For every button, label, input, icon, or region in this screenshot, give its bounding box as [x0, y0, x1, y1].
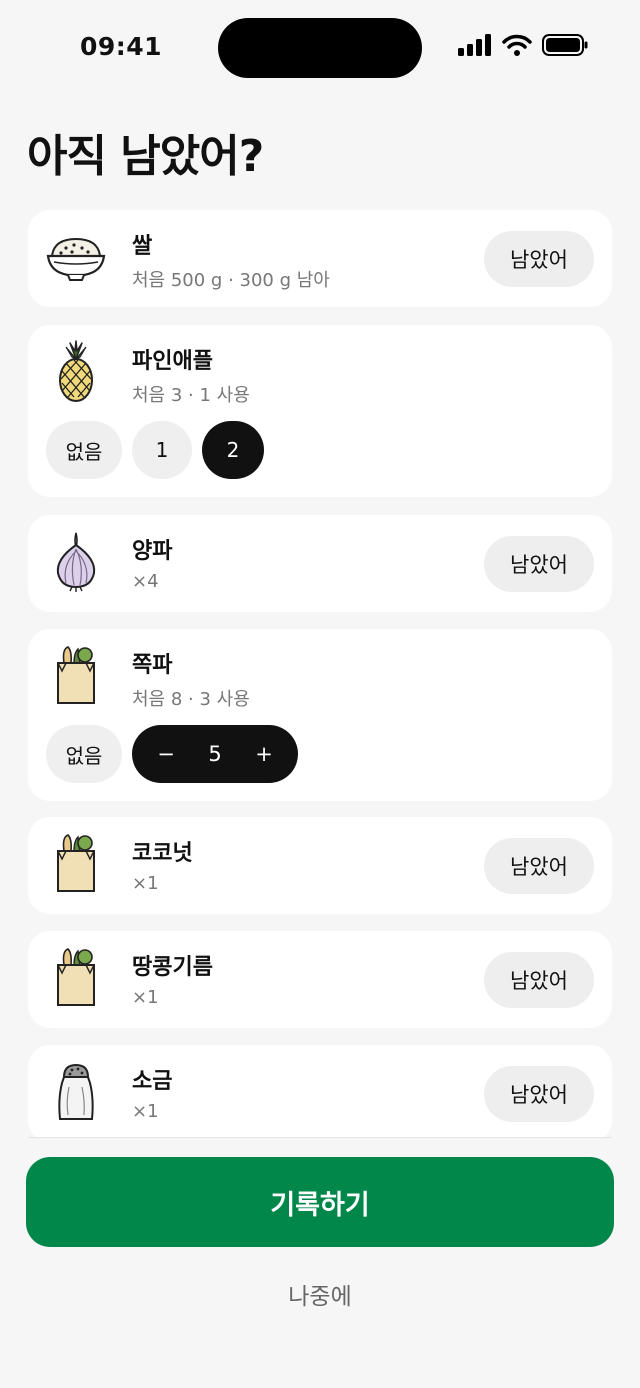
list-item: 파인애플 처음 3 · 1 사용 없음 1 2: [28, 325, 612, 497]
list-item: 쌀 처음 500 g · 300 g 남아 남았어: [28, 210, 612, 307]
list-item: 쪽파 처음 8 · 3 사용 없음 − 5 +: [28, 629, 612, 801]
item-name: 쌀: [132, 234, 153, 259]
item-detail: ×1: [132, 873, 159, 894]
grocery-bag-icon: [57, 834, 95, 892]
onion-icon: [56, 532, 96, 592]
item-name: 소금: [132, 1069, 173, 1094]
pineapple-icon: [59, 340, 93, 402]
remaining-button[interactable]: 남았어: [484, 231, 594, 287]
battery-icon: [542, 34, 588, 56]
decrement-button[interactable]: −: [154, 742, 178, 766]
option-none-button[interactable]: 없음: [46, 421, 122, 479]
quantity-stepper: − 5 +: [132, 725, 298, 783]
item-name: 쪽파: [132, 653, 173, 678]
divider: [28, 1137, 612, 1138]
grocery-bag-icon: [57, 948, 95, 1006]
remaining-button[interactable]: 남았어: [484, 952, 594, 1008]
item-name: 땅콩기름: [132, 955, 213, 980]
list-item: 양파 ×4 남았어: [28, 515, 612, 612]
later-button[interactable]: 나중에: [220, 1272, 420, 1316]
item-detail: 처음 8 · 3 사용: [132, 689, 250, 710]
list-item: 땅콩기름 ×1 남았어: [28, 931, 612, 1028]
item-name: 코코넛: [132, 841, 193, 866]
option-none-button[interactable]: 없음: [46, 725, 122, 783]
status-time: 09:41: [80, 32, 163, 61]
salt-shaker-icon: [58, 1063, 94, 1120]
status-bar: 09:41: [0, 0, 640, 100]
increment-button[interactable]: +: [252, 742, 276, 766]
option-1-button[interactable]: 1: [132, 421, 192, 479]
remaining-button[interactable]: 남았어: [484, 536, 594, 592]
status-icons: [458, 34, 588, 56]
item-name: 파인애플: [132, 349, 213, 374]
option-2-button-selected[interactable]: 2: [202, 421, 264, 479]
rice-bowl-icon: [46, 237, 106, 281]
wifi-icon: [502, 34, 532, 56]
item-detail: ×4: [132, 571, 159, 592]
remaining-button[interactable]: 남았어: [484, 1066, 594, 1122]
page-title: 아직 남았어?: [27, 131, 264, 182]
list-item: 소금 ×1 남았어: [28, 1045, 612, 1138]
item-detail: 처음 500 g · 300 g 남아: [132, 270, 330, 291]
list-item: 코코넛 ×1 남았어: [28, 817, 612, 914]
remaining-button[interactable]: 남았어: [484, 838, 594, 894]
leftover-list[interactable]: 쌀 처음 500 g · 300 g 남아 남았어 파인애플 처음 3 · 1 …: [28, 210, 612, 1138]
cellular-signal-icon: [458, 34, 491, 56]
grocery-bag-icon: [57, 646, 95, 704]
item-detail: 처음 3 · 1 사용: [132, 385, 250, 406]
item-detail: ×1: [132, 1101, 159, 1122]
item-name: 양파: [132, 539, 173, 564]
record-button[interactable]: 기록하기: [26, 1157, 614, 1247]
quantity-value: 5: [208, 742, 222, 766]
dynamic-island: [218, 18, 422, 78]
item-detail: ×1: [132, 987, 159, 1008]
